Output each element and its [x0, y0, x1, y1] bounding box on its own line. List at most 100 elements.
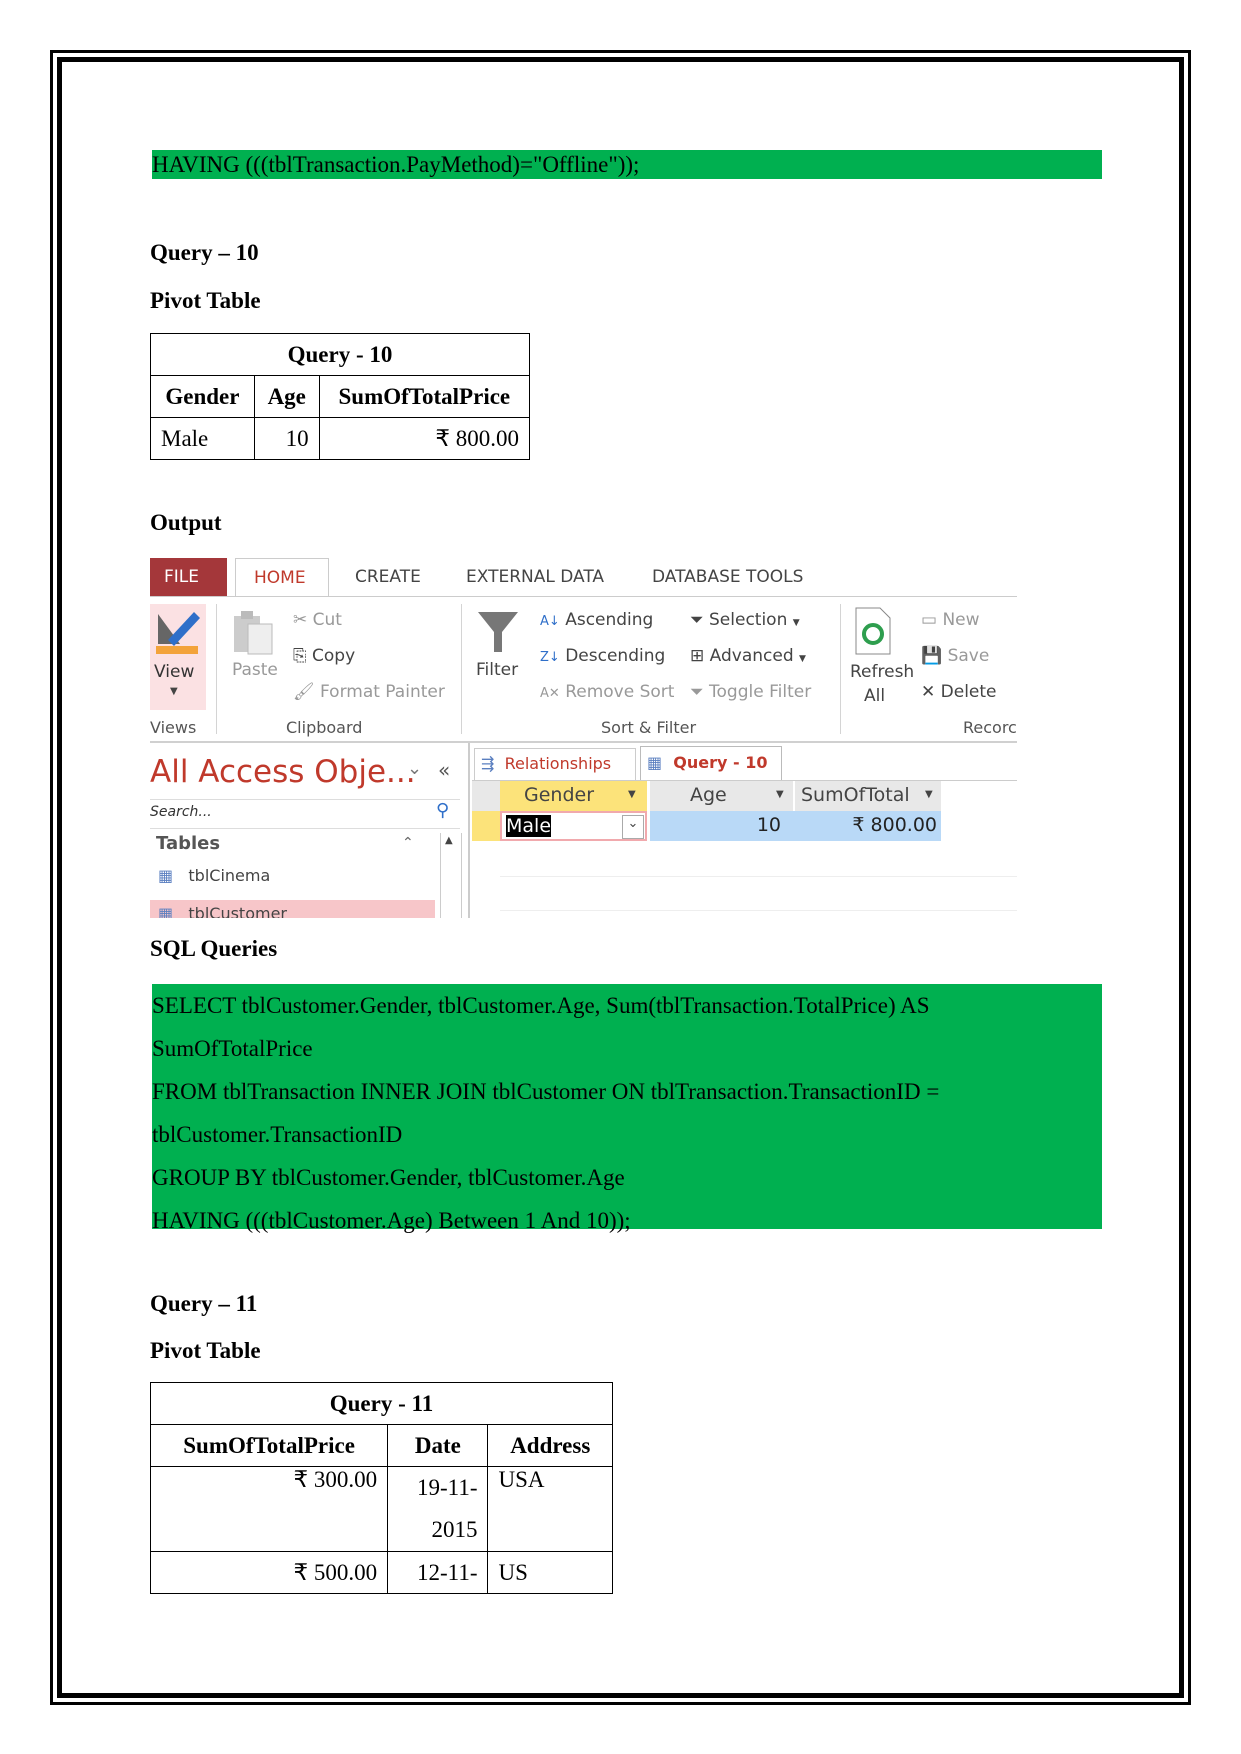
- sql-line: GROUP BY tblCustomer.Gender, tblCustomer…: [152, 1165, 625, 1190]
- table-title: Query - 10: [150, 333, 530, 376]
- pivot-label: Pivot Table: [150, 288, 261, 313]
- sort-desc-icon: Z↓: [540, 650, 560, 665]
- sql-label: SQL Queries: [150, 936, 278, 961]
- collapse-group-icon[interactable]: ⌃: [402, 835, 414, 851]
- pivot-table-q11: Query - 11 SumOfTotalPrice Date Address ₹ …: [149, 1382, 613, 1594]
- delete-icon: ✕: [921, 682, 936, 702]
- table-row: Male 10 ₹ 800.00: [150, 417, 531, 460]
- selection-button[interactable]: ⏷ Selection ▼: [690, 610, 800, 630]
- gender-combo[interactable]: Male ⌄: [500, 811, 647, 841]
- advanced-button[interactable]: ⊞ Advanced ▼: [690, 646, 806, 666]
- tables-group-label[interactable]: Tables: [156, 833, 220, 854]
- view-button[interactable]: View ▼: [150, 604, 206, 710]
- remove-sort-button[interactable]: A✕ Remove Sort: [540, 682, 674, 702]
- output-label: Output: [150, 510, 222, 535]
- cell: US: [487, 1551, 613, 1594]
- save-icon: 💾: [921, 646, 943, 666]
- col-header: Age: [253, 375, 320, 418]
- brush-icon: 🖌: [293, 682, 315, 702]
- cut-button[interactable]: ✂ Cut: [293, 610, 342, 630]
- col-header: SumOfTotalPrice: [318, 375, 531, 418]
- table-row[interactable]: 10 ₹ 800.00: [650, 811, 941, 841]
- tab-external-data[interactable]: EXTERNAL DATA: [466, 567, 604, 587]
- new-icon: ▭: [921, 610, 938, 630]
- nav-search-input[interactable]: Search... ⚲: [150, 799, 460, 829]
- toggle-filter-button[interactable]: ⏷ Toggle Filter: [690, 682, 811, 702]
- tab-home[interactable]: HOME: [235, 558, 329, 597]
- sql-highlight: SELECT tblCustomer.Gender, tblCustomer.A…: [152, 984, 1102, 1233]
- column-header-gender[interactable]: Gender ▼: [500, 781, 647, 811]
- dropdown-arrow-icon: ▼: [170, 686, 178, 697]
- delete-record-button[interactable]: ✕ Delete: [921, 682, 997, 702]
- chevron-down-icon[interactable]: ⌄: [622, 815, 644, 839]
- query-icon: ▦: [647, 753, 663, 772]
- save-record-button[interactable]: 💾 Save: [921, 646, 989, 666]
- cell: Male: [150, 417, 255, 460]
- copy-button[interactable]: ⎘ Copy: [293, 646, 355, 666]
- access-screenshot: FILE HOME CREATE EXTERNAL DATA DATABASE …: [150, 558, 1017, 918]
- pivot-table-q10: Query - 10 Gender Age SumOfTotalPrice Male…: [150, 333, 531, 460]
- dropdown-arrow-icon[interactable]: ▼: [628, 789, 636, 800]
- paste-button[interactable]: Paste: [232, 608, 278, 680]
- sql-line: HAVING (((tblTransaction.PayMethod)="Off…: [152, 152, 640, 177]
- sql-line: tblCustomer.TransactionID: [152, 1122, 403, 1147]
- search-icon[interactable]: ⚲: [436, 800, 449, 821]
- col-header: SumOfTotalPrice: [149, 1424, 389, 1467]
- cell: 12-11-: [387, 1551, 489, 1594]
- nav-pane-title[interactable]: All Access Obje...: [150, 754, 416, 790]
- group-label: Sort & Filter: [601, 718, 697, 737]
- sql-line: SELECT tblCustomer.Gender, tblCustomer.A…: [152, 993, 930, 1018]
- sql-line: FROM tblTransaction INNER JOIN tblCustom…: [152, 1079, 940, 1104]
- cell: 10: [253, 417, 320, 460]
- group-label: Recorc: [963, 718, 1017, 737]
- refresh-icon: [855, 607, 891, 655]
- tab-database-tools[interactable]: DATABASE TOOLS: [652, 567, 803, 587]
- format-painter-button[interactable]: 🖌 Format Painter: [293, 682, 445, 702]
- toggle-filter-icon: ⏷: [690, 682, 704, 702]
- remove-sort-icon: A✕: [540, 686, 560, 701]
- ascending-button[interactable]: A↓ Ascending: [540, 610, 653, 630]
- filter-button[interactable]: Filter: [476, 608, 520, 680]
- query-heading: Query – 11: [150, 1291, 258, 1316]
- cell: 19-11-: [417, 1475, 478, 1500]
- sql-highlight: HAVING (((tblTransaction.PayMethod)="Off…: [152, 150, 1102, 179]
- cell: ₹ 500.00: [149, 1551, 389, 1594]
- descending-button[interactable]: Z↓ Descending: [540, 646, 665, 666]
- select-all-corner[interactable]: [472, 781, 500, 811]
- nav-table-item[interactable]: ▦ tblCinema: [158, 866, 270, 885]
- table-icon: ▦: [158, 866, 174, 885]
- column-header-sumoftotal[interactable]: SumOfTotal ▼: [795, 781, 941, 811]
- col-header: Address: [487, 1424, 613, 1467]
- doc-tab-relationships[interactable]: ⇶ Relationships: [474, 748, 636, 781]
- table-row: ₹ 300.00 19-11- 2015 USA: [149, 1466, 613, 1552]
- pivot-label: Pivot Table: [150, 1338, 261, 1363]
- cell: ₹ 300.00: [149, 1466, 389, 1552]
- copy-icon: ⎘: [293, 646, 307, 666]
- tab-file[interactable]: FILE: [150, 558, 227, 596]
- new-record-button[interactable]: ▭ New: [921, 610, 980, 630]
- refresh-all-button[interactable]: Refresh All: [850, 606, 914, 706]
- advanced-filter-icon: ⊞: [690, 646, 705, 666]
- selection-filter-icon: ⏷: [690, 610, 704, 630]
- table-icon: ▦: [158, 904, 174, 918]
- dropdown-arrow-icon[interactable]: ▼: [776, 789, 784, 800]
- table-row: ₹ 500.00 12-11- US: [149, 1551, 613, 1594]
- sql-line: HAVING (((tblCustomer.Age) Between 1 And…: [152, 1208, 631, 1233]
- group-label: Views: [150, 718, 197, 737]
- funnel-icon: [478, 612, 518, 652]
- nav-table-item[interactable]: ▦ tblCustomer: [150, 900, 435, 918]
- doc-tab-query-10[interactable]: ▦ Query - 10: [640, 746, 782, 781]
- cell: USA: [487, 1466, 613, 1552]
- cell: 2015: [431, 1517, 478, 1542]
- col-header: Date: [387, 1424, 489, 1467]
- view-design-icon: [156, 612, 200, 654]
- ribbon-divider: [150, 596, 1017, 597]
- nav-scrollbar[interactable]: ▲: [440, 833, 462, 918]
- row-selector[interactable]: [472, 811, 500, 841]
- dropdown-arrow-icon[interactable]: ▼: [925, 789, 933, 800]
- column-header-age[interactable]: Age ▼: [650, 781, 793, 811]
- query-heading: Query – 10: [150, 240, 259, 265]
- tab-create[interactable]: CREATE: [355, 567, 421, 587]
- collapse-pane-icon[interactable]: «: [438, 758, 450, 782]
- nav-menu-icon[interactable]: ⌄: [407, 758, 422, 779]
